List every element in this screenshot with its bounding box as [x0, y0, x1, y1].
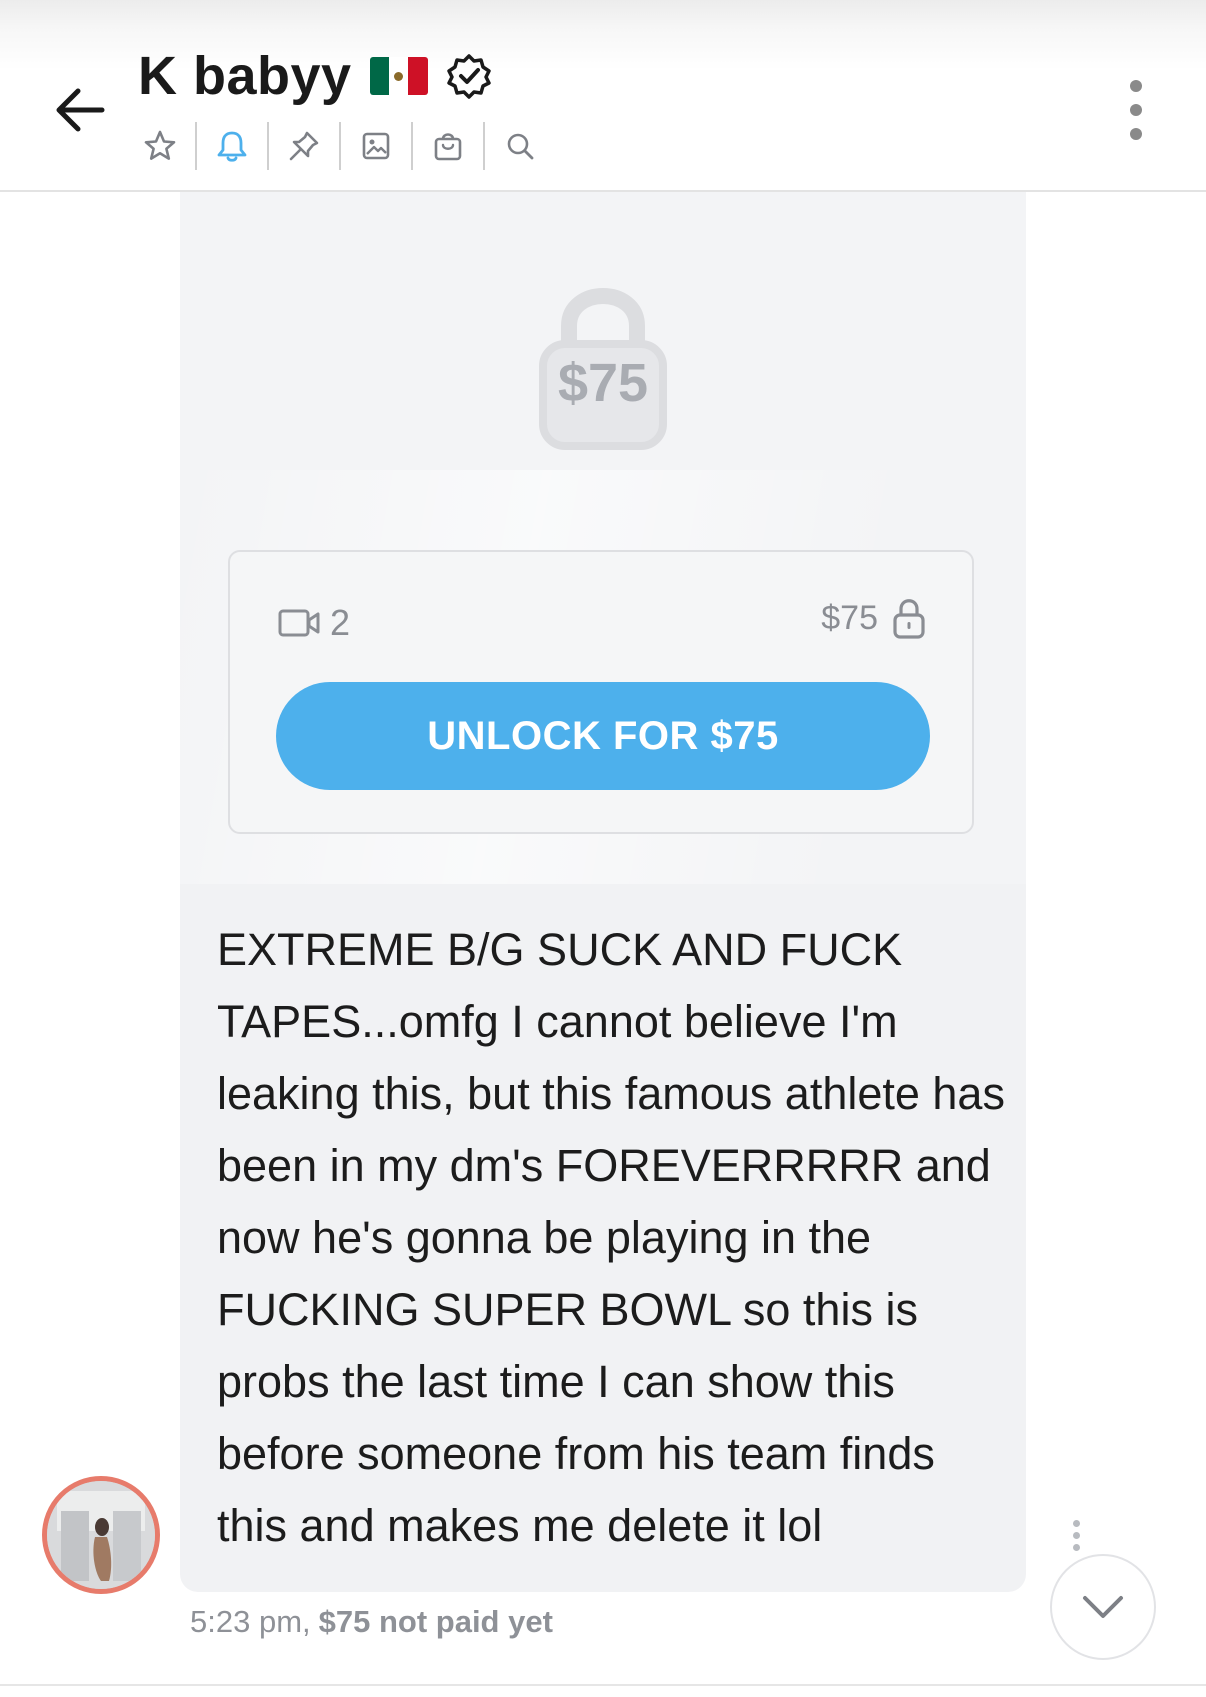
- notifications-button[interactable]: [208, 122, 256, 170]
- bottom-divider: [0, 1684, 1206, 1686]
- mexico-flag-icon: [369, 57, 428, 95]
- chat-title-row: K babyy: [138, 40, 492, 112]
- pin-icon: [289, 131, 319, 161]
- verified-badge-icon: [446, 54, 491, 99]
- arrow-left-icon: [56, 88, 105, 132]
- bell-icon: [217, 131, 247, 162]
- toolbar-divider: [195, 122, 197, 170]
- message-bubble: $75 2 $75 UNLOCK FOR $75 EXTREME B/G SUC…: [180, 192, 1026, 1592]
- locked-price-label: $75: [557, 353, 649, 413]
- locked-media-preview[interactable]: $75 2 $75 UNLOCK FOR $75: [180, 192, 1026, 884]
- unlock-card: 2 $75 UNLOCK FOR $75: [228, 550, 974, 834]
- price-tag: $75: [821, 596, 926, 640]
- bag-icon: [434, 133, 462, 161]
- avatar-photo: [47, 1481, 155, 1589]
- chat-toolbar: [136, 120, 544, 172]
- card-price: $75: [821, 598, 878, 637]
- message-time: 5:23 pm,: [190, 1604, 311, 1639]
- back-button[interactable]: [48, 78, 112, 142]
- message-text: EXTREME B/G SUCK AND FUCK TAPES...omfg I…: [217, 924, 1005, 1551]
- video-icon: [278, 609, 320, 637]
- more-vertical-icon[interactable]: [1116, 80, 1156, 140]
- favorite-button[interactable]: [136, 122, 184, 170]
- pin-button[interactable]: [280, 122, 328, 170]
- contact-name[interactable]: K babyy: [138, 45, 352, 107]
- toolbar-divider: [483, 122, 485, 170]
- toolbar-divider: [339, 122, 341, 170]
- payment-status: $75 not paid yet: [318, 1604, 553, 1639]
- scroll-to-bottom-button[interactable]: [1050, 1554, 1156, 1660]
- image-icon: [362, 132, 390, 160]
- search-icon: [507, 133, 534, 160]
- message-meta: 5:23 pm, $75 not paid yet: [190, 1604, 553, 1640]
- chevron-down-icon: [1083, 1596, 1123, 1618]
- chat-header: K babyy: [0, 0, 1206, 192]
- toolbar-divider: [267, 122, 269, 170]
- media-count: 2: [278, 602, 350, 644]
- unlock-button[interactable]: UNLOCK FOR $75: [276, 682, 930, 790]
- purchases-button[interactable]: [424, 122, 472, 170]
- search-button[interactable]: [496, 122, 544, 170]
- video-count: 2: [330, 602, 351, 643]
- media-gallery-button[interactable]: [352, 122, 400, 170]
- small-lock-icon: [893, 599, 925, 639]
- star-icon: [144, 130, 176, 160]
- avatar[interactable]: [42, 1476, 160, 1594]
- toolbar-divider: [411, 122, 413, 170]
